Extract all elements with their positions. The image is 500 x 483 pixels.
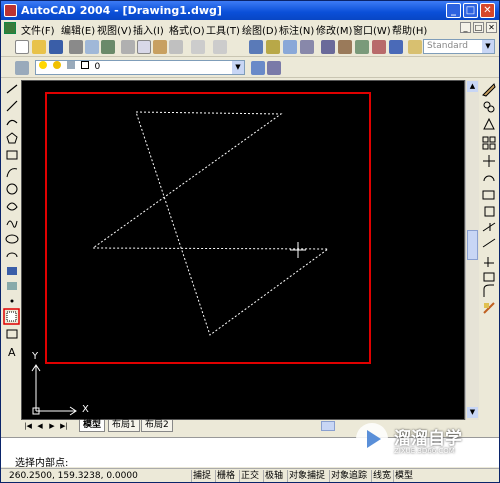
vertical-scrollbar[interactable]: ▲ ▼ — [465, 80, 479, 420]
lineweight-toggle[interactable]: 线宽 — [371, 470, 392, 482]
first-tab-icon[interactable]: |◀ — [23, 421, 33, 431]
layers-toolbar: 0 ▼ — [1, 58, 499, 78]
menu-insert[interactable]: 插入(I) — [133, 22, 164, 37]
pan-icon[interactable] — [249, 40, 263, 54]
print-icon[interactable] — [69, 40, 83, 54]
menu-tools[interactable]: 工具(T) — [206, 22, 240, 37]
tab-model[interactable]: 模型 — [79, 420, 106, 432]
five-point-star[interactable] — [91, 111, 330, 336]
maximize-button[interactable]: □ — [463, 3, 478, 18]
status-bar: 260.2500, 159.3238, 0.0000 捕捉 栅格 正交 极轴 对… — [1, 468, 499, 482]
otrack-toggle[interactable]: 对象追踪 — [329, 470, 368, 482]
model-toggle[interactable]: 模型 — [393, 470, 414, 482]
ortho-toggle[interactable]: 正交 — [239, 470, 260, 482]
dbconnect-icon[interactable] — [372, 40, 386, 54]
sun-icon — [52, 61, 61, 69]
menu-draw[interactable]: 绘图(D) — [242, 22, 278, 37]
lock-icon — [66, 61, 75, 69]
coordinate-readout: 260.2500, 159.3238, 0.0000 — [9, 471, 138, 481]
paste-icon[interactable] — [153, 40, 167, 54]
autocad-logo-icon — [4, 4, 17, 17]
tab-layout2[interactable]: 布局2 — [141, 420, 173, 432]
scroll-up-icon[interactable]: ▲ — [467, 81, 478, 92]
osnap-toggle[interactable]: 对象捕捉 — [287, 470, 326, 482]
design-center-icon[interactable] — [338, 40, 352, 54]
window-title: AutoCAD 2004 - [Drawing1.dwg] — [21, 4, 222, 17]
match-properties-icon[interactable] — [169, 40, 183, 54]
horizontal-scroll-thumb[interactable] — [321, 421, 335, 431]
menu-help[interactable]: 帮助(H) — [392, 22, 427, 37]
cut-icon[interactable] — [121, 40, 135, 54]
polar-toggle[interactable]: 极轴 — [263, 470, 284, 482]
standard-toolbar: Standard ▼ — [1, 37, 499, 57]
new-file-icon[interactable] — [15, 40, 29, 54]
layer-select[interactable]: 0 ▼ — [35, 60, 245, 75]
doc-restore-button[interactable]: □ — [473, 22, 484, 33]
light-bulb-icon — [39, 61, 47, 69]
print-preview-icon[interactable] — [85, 40, 99, 54]
menu-file[interactable]: 文件(F) — [21, 22, 55, 37]
command-prompt: 选择内部点: — [15, 458, 69, 469]
text-style-value: Standard — [427, 41, 468, 51]
red-border-frame[interactable] — [45, 92, 371, 364]
menu-modify[interactable]: 修改(M) — [316, 22, 352, 37]
doc-minimize-button[interactable]: _ — [460, 22, 471, 33]
zoom-window-icon[interactable] — [283, 40, 297, 54]
crosshair-cursor — [290, 242, 306, 258]
svg-text:A: A — [8, 346, 16, 359]
autocad-window: AutoCAD 2004 - [Drawing1.dwg] _ □ ✕ 文件(F… — [0, 0, 500, 483]
watermark: 溜溜自学 ZIXUE.3D66.COM — [352, 416, 472, 462]
watermark-site: ZIXUE.3D66.COM — [394, 447, 455, 455]
modify-toolbar-icons — [482, 83, 496, 314]
chevron-down-icon: ▼ — [482, 40, 494, 53]
watermark-brand: 溜溜自学 — [394, 429, 462, 449]
text-style-select[interactable]: Standard ▼ — [423, 39, 495, 54]
ucs-y-label: Y — [32, 351, 39, 362]
prev-tab-icon[interactable]: ◀ — [35, 421, 45, 431]
ucs-icon — [31, 364, 77, 416]
modify-toolbar — [480, 81, 498, 341]
minimize-button[interactable]: _ — [446, 3, 461, 18]
doc-close-button[interactable]: ✕ — [486, 22, 497, 33]
last-tab-icon[interactable]: ▶| — [59, 421, 69, 431]
menu-edit[interactable]: 编辑(E) — [61, 22, 95, 37]
layer-previous-icon[interactable] — [267, 61, 281, 75]
tool-palettes-icon[interactable] — [355, 40, 369, 54]
menu-bar: 文件(F) 编辑(E) 视图(V) 插入(I) 格式(O) 工具(T) 绘图(D… — [1, 20, 499, 37]
help-icon[interactable] — [389, 40, 403, 54]
menu-format[interactable]: 格式(O) — [169, 22, 205, 37]
copy-icon[interactable] — [137, 40, 151, 54]
layer-manager-icon[interactable] — [15, 61, 29, 75]
properties-icon[interactable] — [321, 40, 335, 54]
save-icon[interactable] — [49, 40, 63, 54]
draw-toolbar-icons: A — [3, 84, 20, 359]
close-button[interactable]: ✕ — [480, 3, 495, 18]
chevron-down-icon: ▼ — [232, 61, 244, 74]
redo-icon[interactable] — [213, 40, 227, 54]
ucs-x-label: X — [82, 404, 89, 415]
grid-toggle[interactable]: 栅格 — [215, 470, 236, 482]
document-icon[interactable] — [4, 22, 16, 34]
scroll-thumb[interactable] — [467, 230, 478, 260]
menu-dimension[interactable]: 标注(N) — [279, 22, 314, 37]
make-object-layer-current-icon[interactable] — [251, 61, 265, 75]
tab-layout1[interactable]: 布局1 — [108, 420, 140, 432]
layer-color-swatch — [80, 61, 89, 69]
snap-toggle[interactable]: 捕捉 — [191, 470, 212, 482]
title-bar: AutoCAD 2004 - [Drawing1.dwg] _ □ ✕ — [1, 1, 499, 20]
menu-window[interactable]: 窗口(W) — [353, 22, 391, 37]
open-folder-icon[interactable] — [32, 40, 46, 54]
zoom-realtime-icon[interactable] — [266, 40, 280, 54]
draw-toolbar: A — [3, 81, 21, 361]
drawing-content — [31, 92, 371, 416]
zoom-previous-icon[interactable] — [300, 40, 314, 54]
text-style-icon[interactable] — [408, 40, 422, 54]
menu-view[interactable]: 视图(V) — [97, 22, 132, 37]
layer-value: 0 — [94, 62, 101, 72]
next-tab-icon[interactable]: ▶ — [47, 421, 57, 431]
drawing-canvas[interactable]: Y X — [21, 80, 465, 420]
undo-icon[interactable] — [191, 40, 205, 54]
publish-icon[interactable] — [101, 40, 115, 54]
